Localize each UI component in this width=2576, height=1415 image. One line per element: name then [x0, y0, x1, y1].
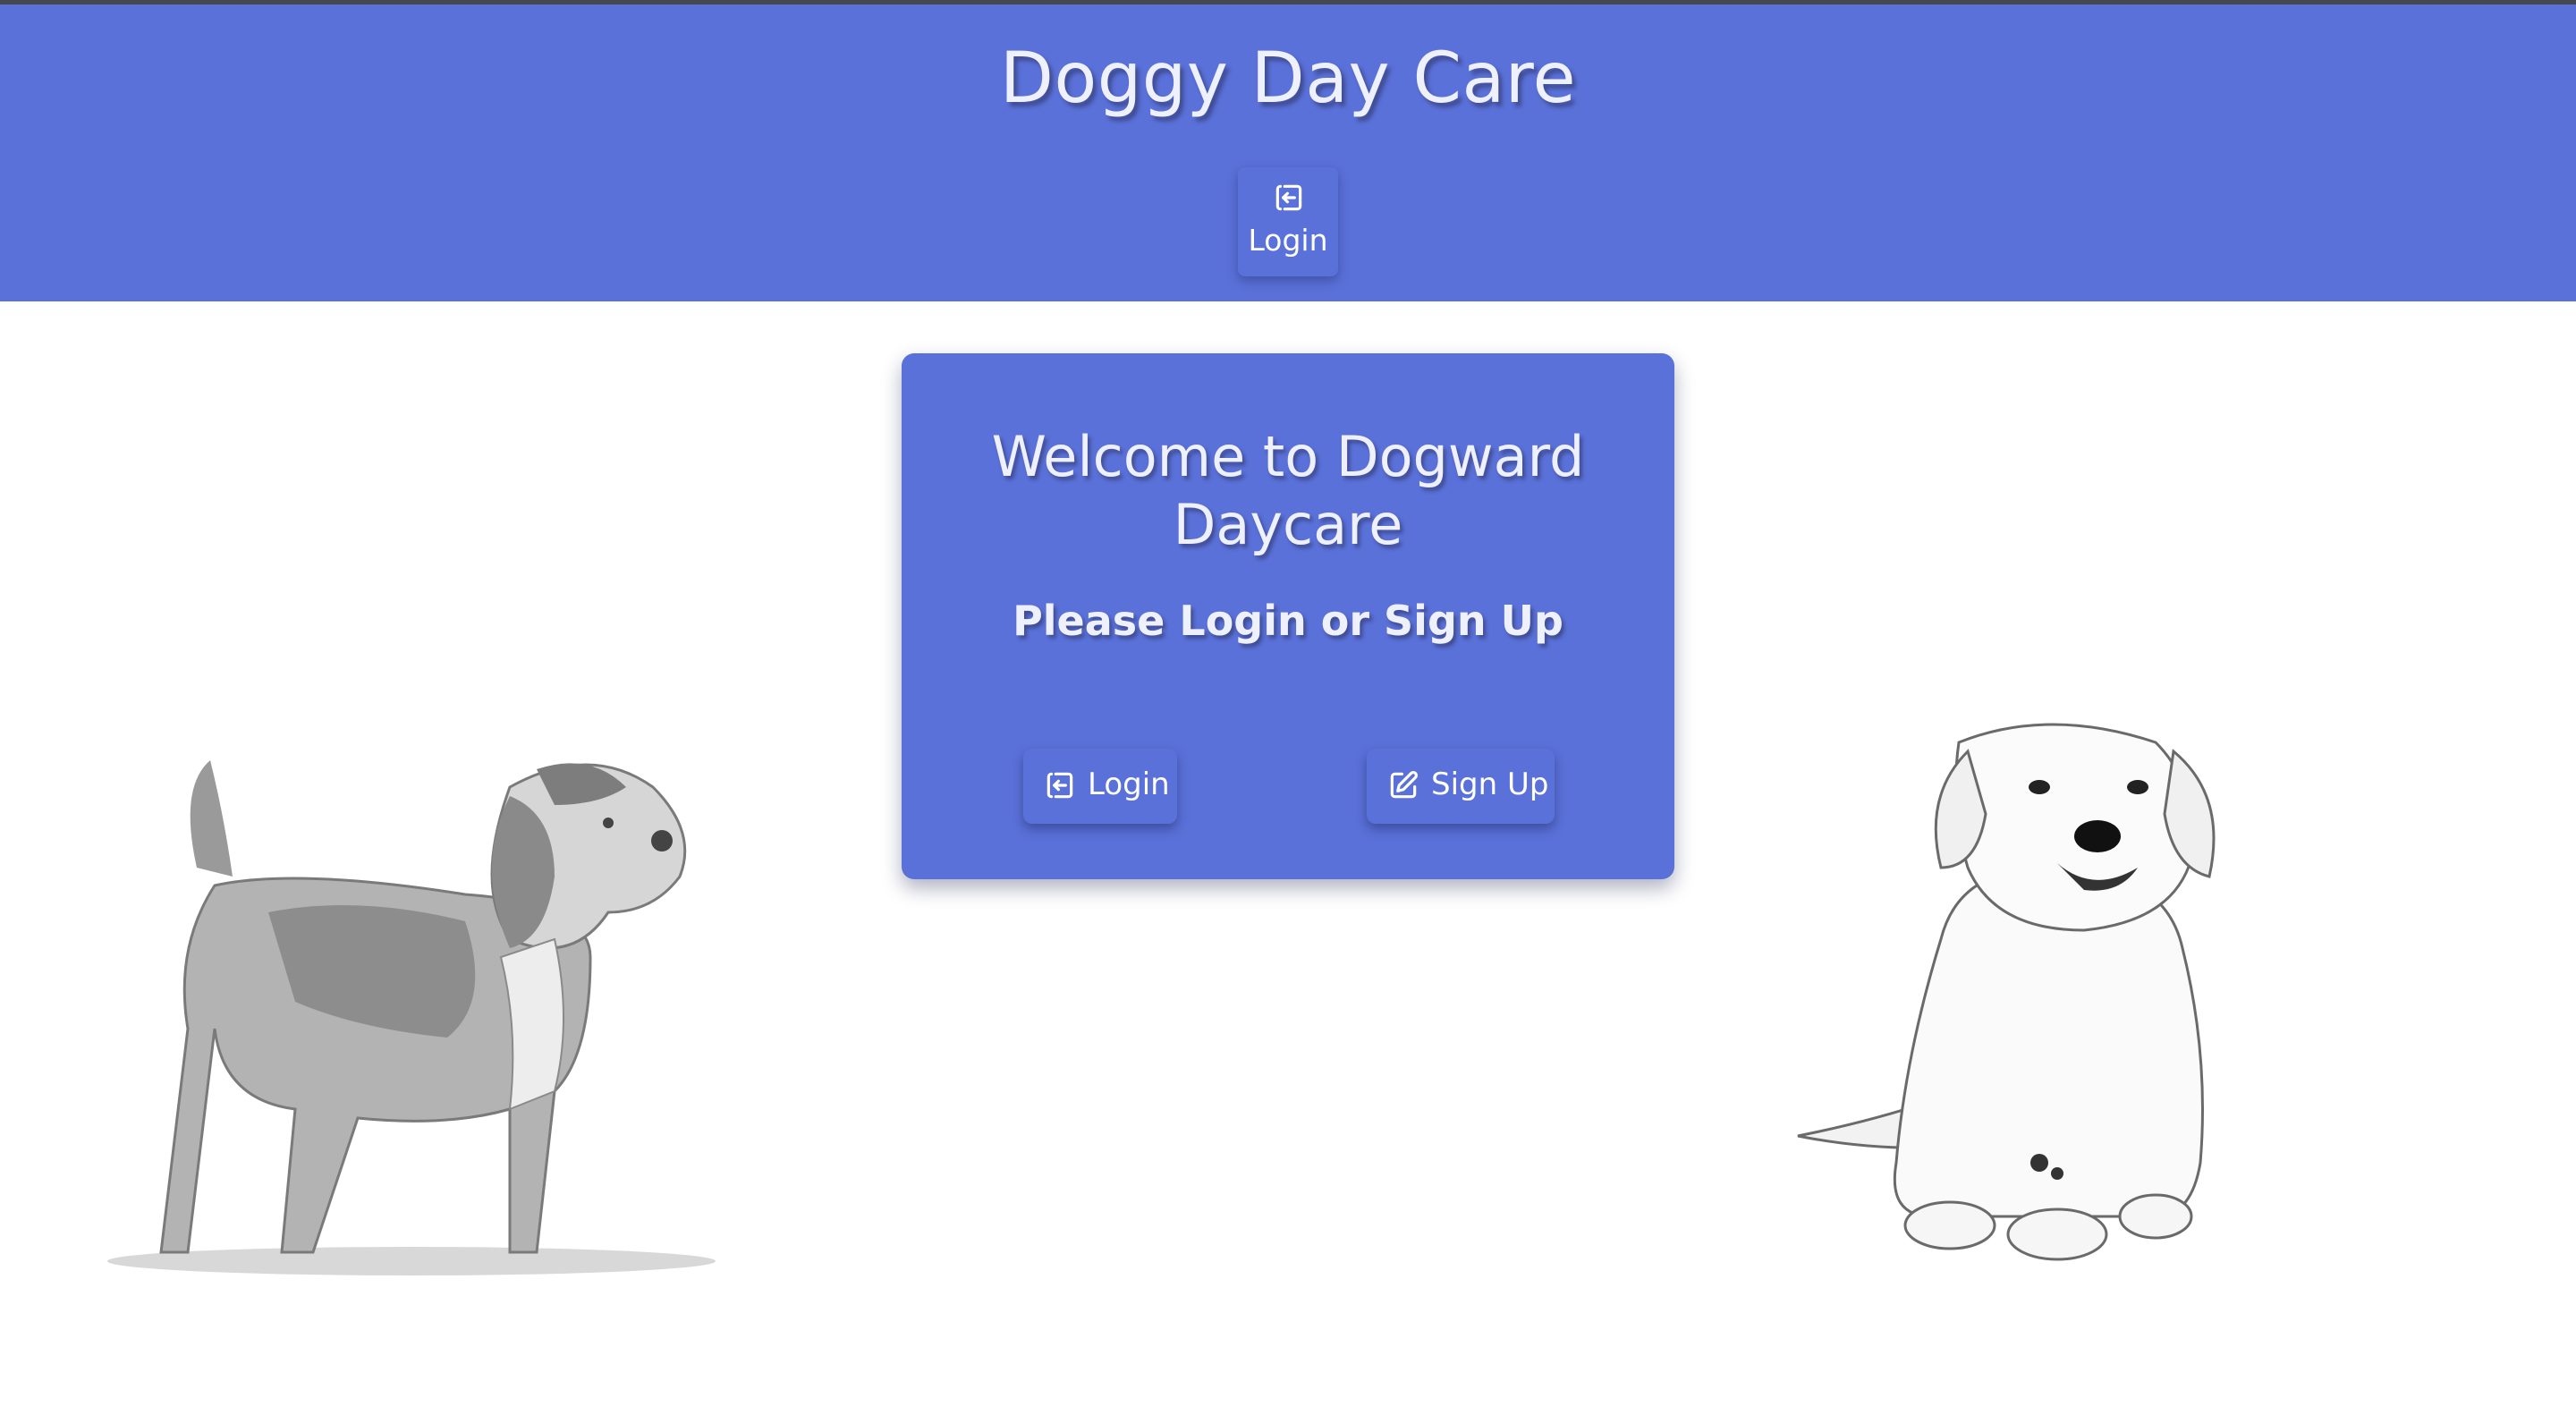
- login-button-label: Login: [1088, 767, 1170, 802]
- header-login-label: Login: [1248, 223, 1328, 258]
- welcome-card: Welcome to Dogward Daycare Please Login …: [902, 353, 1674, 879]
- header-login-button[interactable]: Login: [1238, 167, 1338, 276]
- beagle-sketch-image: [107, 760, 716, 1275]
- welcome-heading: Welcome to Dogward Daycare: [991, 424, 1585, 557]
- signup-button-label: Sign Up: [1431, 767, 1549, 802]
- login-icon: [1275, 184, 1302, 211]
- login-prompt: Please Login or Sign Up: [1013, 597, 1563, 645]
- puppy-sketch-image: [1797, 723, 2216, 1261]
- login-button[interactable]: Login: [1023, 749, 1177, 824]
- site-title: Doggy Day Care: [999, 38, 1577, 119]
- site-header: Doggy Day Care Login: [0, 4, 2576, 301]
- login-icon: [1046, 772, 1073, 799]
- edit-icon: [1390, 771, 1418, 799]
- signup-button[interactable]: Sign Up: [1367, 749, 1555, 824]
